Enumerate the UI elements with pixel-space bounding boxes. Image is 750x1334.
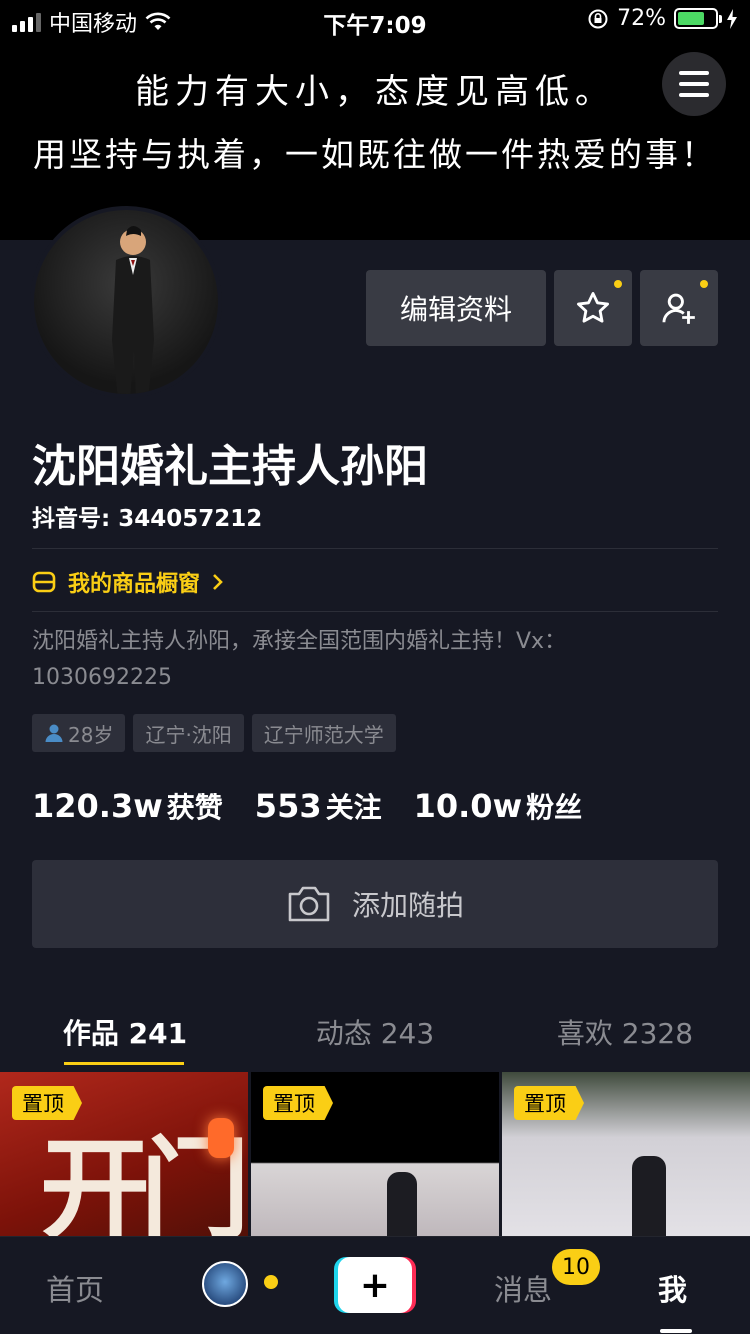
banner-motto-line1: 能力有大小，态度见高低。 — [135, 72, 615, 112]
nav-home[interactable]: 首页 — [46, 1267, 104, 1309]
followers-stat[interactable]: 10.0w 粉丝 — [414, 786, 583, 826]
age-tag: 28岁 — [32, 714, 126, 752]
shop-label: 我的商品橱窗 — [68, 572, 201, 597]
banner-motto-line2: 用坚持与执着，一如既往做一件热爱的事！ — [33, 135, 717, 174]
video-grid: 开门 置顶 置顶 置顶 — [0, 1072, 750, 1236]
profile-stats: 120.3w 获赞 553 关注 10.0w 粉丝 — [32, 786, 582, 826]
tab-likes[interactable]: 喜欢 2328 — [500, 1006, 750, 1072]
bottom-navigation: 首页 + 消息 10 我 — [0, 1236, 750, 1334]
favorites-button[interactable] — [554, 270, 632, 346]
status-bar: 中国移动 下午7:09 72% — [0, 0, 750, 40]
nav-me[interactable]: 我 — [658, 1267, 687, 1309]
plus-icon: + — [338, 1257, 412, 1313]
menu-button[interactable] — [662, 52, 726, 116]
active-tab-indicator — [64, 1062, 184, 1065]
tab-activity[interactable]: 动态 243 — [250, 1006, 500, 1072]
nav-friend-avatar[interactable] — [202, 1261, 248, 1307]
add-user-icon — [662, 293, 695, 324]
school-tag: 辽宁师范大学 — [251, 714, 396, 752]
pinned-badge: 置顶 — [263, 1086, 333, 1120]
thumbnail-person — [632, 1156, 666, 1236]
profile-tags: 28岁 辽宁·沈阳 辽宁师范大学 — [32, 714, 396, 752]
divider — [32, 611, 718, 612]
active-nav-indicator — [660, 1329, 692, 1333]
lantern-decoration — [208, 1118, 234, 1158]
douyin-id: 抖音号: 344057212 — [32, 506, 263, 532]
likes-stat[interactable]: 120.3w 获赞 — [32, 786, 223, 826]
video-thumbnail[interactable]: 置顶 — [251, 1072, 499, 1236]
chevron-right-icon — [213, 574, 223, 590]
pinned-badge: 置顶 — [12, 1086, 82, 1120]
avatar-photo — [34, 210, 218, 394]
following-stat[interactable]: 553 关注 — [255, 786, 382, 826]
video-thumbnail[interactable]: 开门 置顶 — [0, 1072, 248, 1236]
shop-window-icon — [32, 571, 56, 593]
profile-avatar[interactable] — [30, 206, 222, 398]
product-showcase-link[interactable]: 我的商品橱窗 — [32, 566, 224, 598]
nav-friend-dot — [264, 1275, 278, 1289]
message-count-badge: 10 — [552, 1249, 600, 1285]
battery-icon — [674, 8, 722, 29]
video-thumbnail[interactable]: 置顶 — [502, 1072, 750, 1236]
thumbnail-person — [387, 1172, 417, 1236]
profile-name: 沈阳婚礼主持人孙阳 — [32, 441, 428, 492]
charging-icon — [727, 8, 737, 29]
add-photo-button[interactable]: 添加随拍 — [32, 860, 718, 948]
rotation-lock-icon — [588, 9, 608, 28]
camera-icon — [288, 886, 330, 922]
divider — [32, 548, 718, 549]
star-icon — [577, 292, 609, 323]
add-friend-button[interactable] — [640, 270, 718, 346]
person-icon — [45, 724, 63, 742]
add-friend-notification-dot — [700, 280, 708, 288]
pinned-badge: 置顶 — [514, 1086, 584, 1120]
hamburger-icon — [679, 71, 709, 75]
status-right: 72% — [587, 6, 738, 31]
location-tag: 辽宁·沈阳 — [133, 714, 244, 752]
edit-profile-button[interactable]: 编辑资料 — [366, 270, 546, 346]
battery-percent: 72% — [617, 6, 666, 31]
favorites-notification-dot — [614, 280, 622, 288]
add-photo-label: 添加随拍 — [351, 889, 464, 922]
profile-bio: 沈阳婚礼主持人孙阳，承接全国范围内婚礼主持！Vx：1030692225 — [32, 629, 567, 690]
avatar-person-figure — [112, 226, 154, 394]
nav-messages[interactable]: 消息 — [494, 1267, 552, 1309]
create-video-button[interactable]: + — [334, 1257, 416, 1313]
